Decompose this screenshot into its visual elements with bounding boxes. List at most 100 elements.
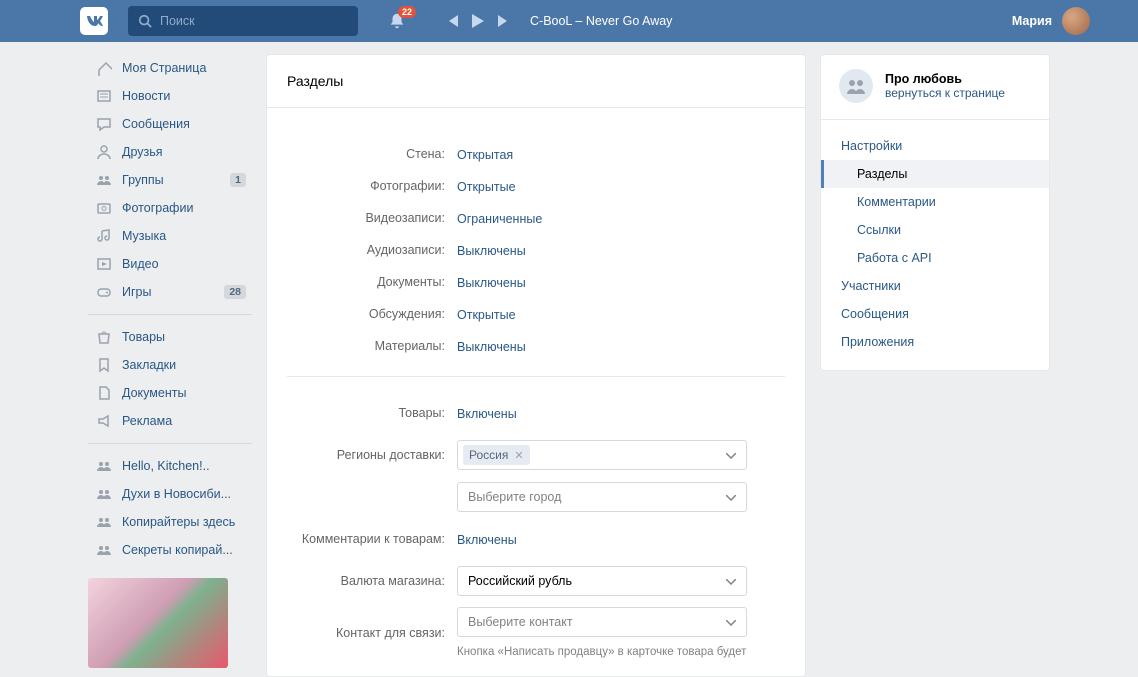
row-label: Документы:: [287, 275, 457, 289]
nav-label: Закладки: [122, 358, 246, 372]
menu-settings[interactable]: Настройки: [821, 132, 1049, 160]
nav-item-group[interactable]: Копирайтеры здесь: [88, 508, 252, 536]
home-icon: [94, 60, 114, 76]
city-placeholder: Выберите город: [468, 490, 561, 504]
user-menu[interactable]: Мария: [1012, 7, 1090, 35]
current-track[interactable]: C-BooL – Never Go Away: [530, 14, 672, 28]
right-menu: Настройки Разделы Комментарии Ссылки Раб…: [821, 128, 1049, 360]
menu-apps[interactable]: Приложения: [821, 328, 1049, 356]
region-token[interactable]: Россия ✕: [463, 445, 530, 465]
return-to-page-link[interactable]: вернуться к странице: [885, 86, 1005, 100]
nav-item-group[interactable]: Секреты копирай...: [88, 536, 252, 564]
contact-label: Контакт для связи:: [287, 626, 457, 640]
search-box[interactable]: [128, 6, 358, 36]
menu-links[interactable]: Ссылки: [821, 216, 1049, 244]
nav-label: Hello, Kitchen!..: [122, 459, 246, 473]
audio-player: C-BooL – Never Go Away: [446, 14, 672, 28]
menu-members[interactable]: Участники: [821, 272, 1049, 300]
row-value[interactable]: Ограниченные: [457, 212, 542, 226]
currency-value: Российский рубль: [468, 574, 572, 588]
menu-messages[interactable]: Сообщения: [821, 300, 1049, 328]
city-select[interactable]: Выберите город: [457, 482, 747, 512]
menu-api[interactable]: Работа с API: [821, 244, 1049, 272]
nav-item-groups[interactable]: Группы1: [88, 166, 252, 194]
notifications-button[interactable]: 22: [388, 12, 406, 30]
search-input[interactable]: [160, 14, 348, 28]
goods-value[interactable]: Включены: [457, 407, 517, 421]
nav-label: Сообщения: [122, 117, 246, 131]
menu-comments[interactable]: Комментарии: [821, 188, 1049, 216]
right-panel: Про любовь вернуться к странице Настройк…: [820, 54, 1050, 677]
friends-icon: [94, 144, 114, 160]
nav-label: Видео: [122, 257, 246, 271]
goods-label: Товары:: [287, 406, 457, 420]
groups-icon: [94, 514, 114, 530]
contact-select[interactable]: Выберите контакт: [457, 607, 747, 637]
nav-label: Документы: [122, 386, 246, 400]
notif-badge: 22: [398, 6, 416, 18]
nav-item-market[interactable]: Товары: [88, 323, 252, 351]
regions-select[interactable]: Россия ✕: [457, 440, 747, 470]
groups-icon: [94, 458, 114, 474]
form-separator: [287, 376, 785, 377]
chevron-down-icon: [726, 490, 736, 504]
nav-item-ads[interactable]: Реклама: [88, 407, 252, 435]
currency-select[interactable]: Российский рубль: [457, 566, 747, 596]
nav-item-group[interactable]: Духи в Новосиби...: [88, 480, 252, 508]
nav-item-bookmark[interactable]: Закладки: [88, 351, 252, 379]
next-track-icon[interactable]: [498, 15, 510, 27]
row-label: Обсуждения:: [287, 307, 457, 321]
nav-item-news[interactable]: Новости: [88, 82, 252, 110]
nav-label: Секреты копирай...: [122, 543, 246, 557]
nav-label: Реклама: [122, 414, 246, 428]
menu-sections[interactable]: Разделы: [821, 160, 1049, 188]
nav-label: Музыка: [122, 229, 246, 243]
row-value[interactable]: Выключены: [457, 276, 526, 290]
news-icon: [94, 88, 114, 104]
nav-label: Фотографии: [122, 201, 246, 215]
photo-icon: [94, 200, 114, 216]
bookmark-icon: [94, 357, 114, 373]
left-nav: Моя Страница Новости Сообщения Друзья Гр…: [88, 54, 252, 677]
region-token-label: Россия: [469, 448, 508, 462]
nav-item-music[interactable]: Музыка: [88, 222, 252, 250]
search-icon: [138, 14, 152, 28]
nav-item-video[interactable]: Видео: [88, 250, 252, 278]
nav-label: Копирайтеры здесь: [122, 515, 246, 529]
chevron-down-icon: [726, 574, 736, 588]
top-header: 22 C-BooL – Never Go Away Мария: [0, 0, 1138, 42]
nav-label: Друзья: [122, 145, 246, 159]
nav-item-msg[interactable]: Сообщения: [88, 110, 252, 138]
row-label: Материалы:: [287, 339, 457, 353]
ads-icon: [94, 413, 114, 429]
ad-thumbnail[interactable]: [88, 578, 228, 668]
row-value[interactable]: Открытые: [457, 308, 516, 322]
main-panel: Разделы Стена: Открытая Фотографии: Откр…: [266, 54, 806, 677]
games-icon: [94, 284, 114, 300]
chevron-down-icon: [726, 615, 736, 629]
nav-item-photo[interactable]: Фотографии: [88, 194, 252, 222]
groups-icon: [94, 542, 114, 558]
comments-value[interactable]: Включены: [457, 533, 517, 547]
row-label: Видеозаписи:: [287, 211, 457, 225]
nav-item-group[interactable]: Hello, Kitchen!..: [88, 452, 252, 480]
remove-token-icon[interactable]: ✕: [514, 449, 523, 462]
nav-item-games[interactable]: Игры28: [88, 278, 252, 306]
prev-track-icon[interactable]: [446, 15, 458, 27]
groups-icon: [94, 172, 114, 188]
nav-badge: 1: [230, 173, 246, 187]
msg-icon: [94, 116, 114, 132]
groups-icon: [94, 486, 114, 502]
nav-item-home[interactable]: Моя Страница: [88, 54, 252, 82]
row-value[interactable]: Выключены: [457, 244, 526, 258]
vk-logo-icon[interactable]: [80, 7, 108, 35]
username: Мария: [1012, 14, 1052, 28]
row-value[interactable]: Открытые: [457, 180, 516, 194]
play-icon[interactable]: [472, 14, 484, 28]
regions-label: Регионы доставки:: [287, 448, 457, 462]
nav-item-friends[interactable]: Друзья: [88, 138, 252, 166]
row-value[interactable]: Открытая: [457, 148, 513, 162]
row-value[interactable]: Выключены: [457, 340, 526, 354]
currency-label: Валюта магазина:: [287, 574, 457, 588]
nav-item-doc[interactable]: Документы: [88, 379, 252, 407]
